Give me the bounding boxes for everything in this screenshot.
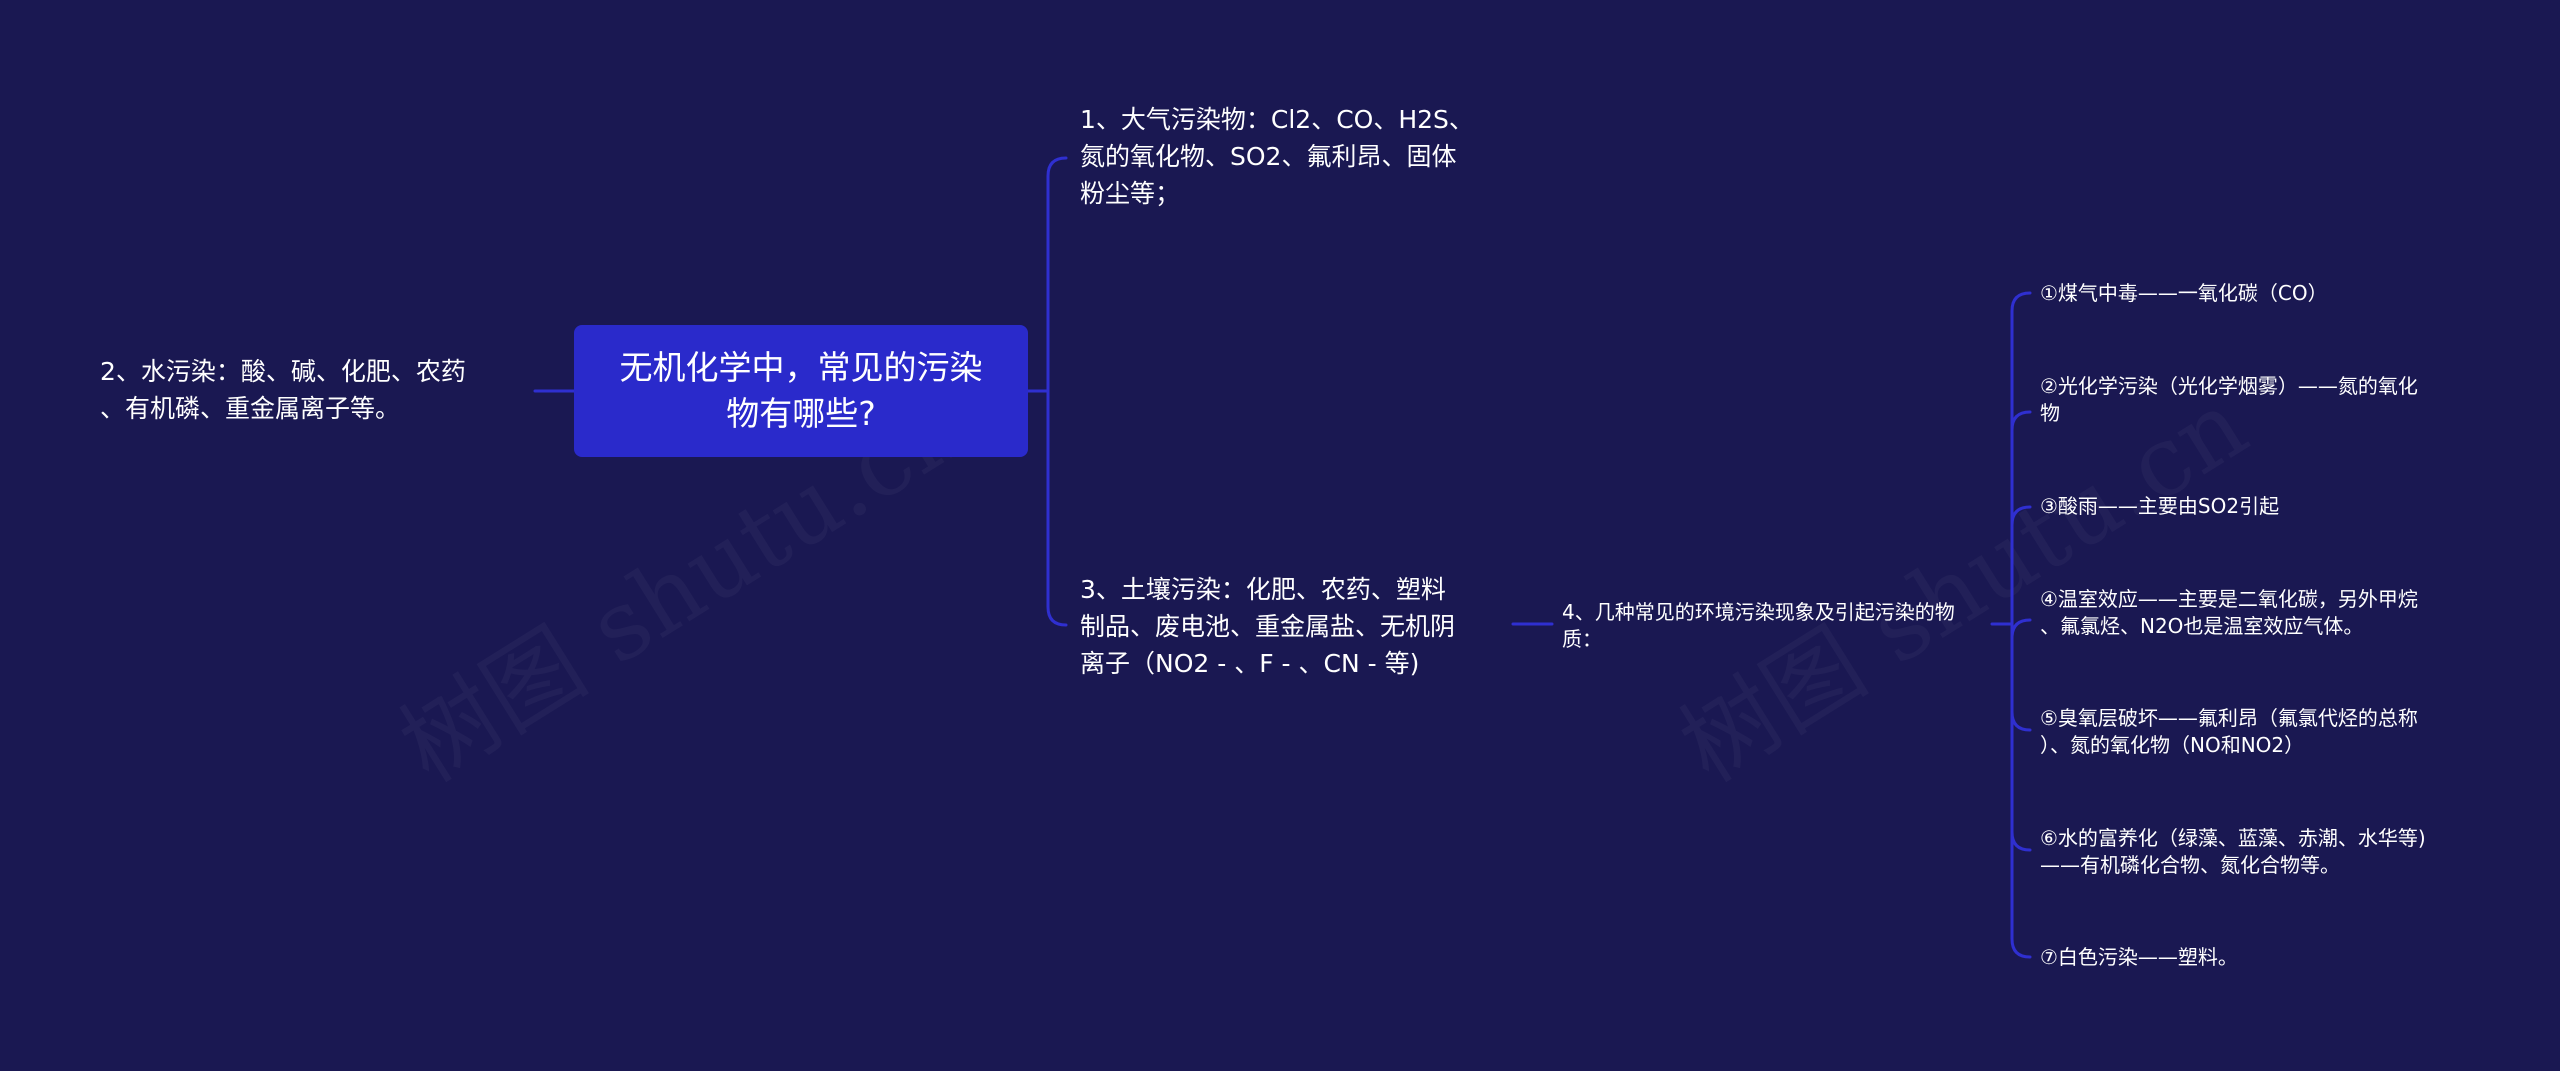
item-acid-rain[interactable]: ③酸雨——主要由SO2引起 bbox=[2040, 493, 2279, 520]
node-pollution-phenomena[interactable]: 4、几种常见的环境污染现象及引起污染的物 质： bbox=[1562, 599, 1955, 653]
mindmap-canvas: 树图 shutu.cn 树图 shutu.cn 无机化学中，常见的污染物有哪些?… bbox=[0, 0, 2560, 1071]
root-node[interactable]: 无机化学中，常见的污染 物有哪些? bbox=[574, 325, 1028, 457]
node-soil-pollution[interactable]: 3、土壤污染：化肥、农药、塑料 制品、废电池、重金属盐、无机阴 离子（NO2 -… bbox=[1080, 571, 1455, 682]
item-eutrophication[interactable]: ⑥水的富养化（绿藻、蓝藻、赤潮、水华等) ——有机磷化合物、氮化合物等。 bbox=[2040, 825, 2426, 879]
item-white-pollution[interactable]: ⑦白色污染——塑料。 bbox=[2040, 944, 2238, 971]
item-gas-poisoning[interactable]: ①煤气中毒——一氧化碳（CO） bbox=[2040, 280, 2328, 307]
item-greenhouse-effect[interactable]: ④温室效应——主要是二氧化碳，另外甲烷 、氟氯烃、N2O也是温室效应气体。 bbox=[2040, 586, 2418, 640]
branch-item-5 bbox=[2010, 710, 2032, 732]
branch-item-3 bbox=[2010, 505, 2032, 527]
root-label: 无机化学中，常见的污染 物有哪些? bbox=[619, 348, 983, 433]
item-ozone-depletion[interactable]: ⑤臭氧层破坏——氟利昂（氟氯代烃的总称 ）、氮的氧化物（NO和NO2） bbox=[2040, 705, 2418, 759]
node-air-pollution[interactable]: 1、大气污染物：Cl2、CO、H2S、 氮的氧化物、SO2、氟利昂、固体 粉尘等… bbox=[1080, 101, 1474, 212]
bracket-right bbox=[1046, 156, 1068, 627]
node-water-pollution[interactable]: 2、水污染：酸、碱、化肥、农药 、有机磷、重金属离子等。 bbox=[100, 353, 466, 427]
branch-item-6 bbox=[2010, 830, 2032, 852]
item-photochemical-smog[interactable]: ②光化学污染（光化学烟雾）——氮的氧化 物 bbox=[2040, 373, 2418, 427]
branch-item-2 bbox=[2010, 410, 2032, 432]
branch-item-4 bbox=[2010, 618, 2032, 640]
